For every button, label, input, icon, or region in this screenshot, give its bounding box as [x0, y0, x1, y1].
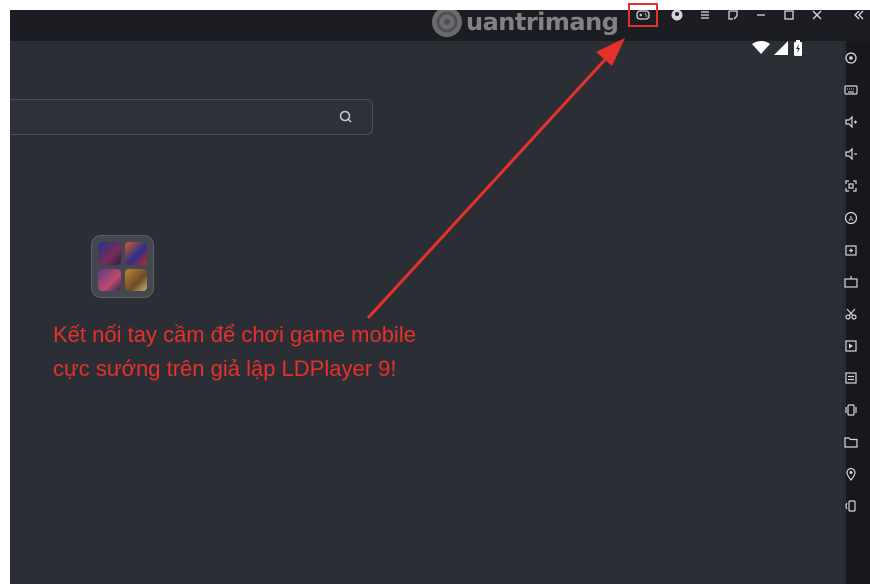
watermark: uantrimang	[432, 4, 619, 40]
minimize-button[interactable]	[750, 4, 772, 26]
add-app-icon	[845, 245, 857, 256]
sidebar-settings[interactable]	[840, 47, 862, 69]
sidebar-fullscreen[interactable]	[840, 175, 862, 197]
gamepad-icon	[636, 10, 650, 20]
location-icon	[846, 467, 856, 481]
android-screen	[10, 41, 842, 584]
sidebar-rotate[interactable]	[840, 495, 862, 517]
screen-button[interactable]	[722, 4, 744, 26]
menu-button[interactable]	[694, 4, 716, 26]
account-button[interactable]	[666, 4, 688, 26]
rotate-icon	[845, 500, 856, 512]
minimize-icon	[757, 14, 765, 16]
account-icon	[671, 9, 683, 21]
watermark-text: uantrimang	[466, 8, 619, 36]
signal-icon	[774, 41, 788, 55]
folder-icon	[844, 437, 858, 448]
sync-icon	[845, 372, 857, 384]
maximize-button[interactable]	[778, 4, 800, 26]
settings-icon	[845, 52, 857, 64]
maximize-icon	[784, 10, 794, 20]
sidebar-video-record[interactable]	[840, 335, 862, 357]
sidebar-screenshot[interactable]	[840, 303, 862, 325]
caption-line-2: cực sướng trên giả lập LDPlayer 9!	[53, 356, 397, 381]
watermark-logo-icon	[432, 7, 462, 37]
status-bar	[752, 40, 804, 56]
app-icon[interactable]	[98, 242, 121, 265]
operation-record-icon: A	[844, 211, 858, 225]
search-bar[interactable]	[10, 99, 373, 135]
volume-down-icon	[845, 147, 857, 161]
volume-up-icon	[845, 115, 857, 129]
search-icon[interactable]	[338, 109, 354, 125]
sidebar-apk[interactable]	[840, 271, 862, 293]
annotation-caption: Kết nối tay cầm để chơi game mobile cực …	[53, 318, 416, 386]
sidebar-shake[interactable]	[840, 399, 862, 421]
emulator-window	[10, 10, 870, 584]
shake-icon	[845, 404, 857, 416]
app-icon[interactable]	[124, 268, 147, 291]
screen-icon	[728, 10, 738, 20]
collapse-button[interactable]	[848, 4, 870, 26]
fullscreen-icon	[845, 180, 857, 192]
app-folder[interactable]	[91, 235, 154, 298]
app-icon[interactable]	[98, 268, 121, 291]
close-icon	[812, 10, 822, 20]
sidebar-keyboard[interactable]	[840, 79, 862, 101]
svg-text:A: A	[849, 216, 854, 223]
screenshot-icon	[845, 308, 857, 320]
sidebar-location[interactable]	[840, 463, 862, 485]
sidebar-sync[interactable]	[840, 367, 862, 389]
sidebar-folder[interactable]	[840, 431, 862, 453]
wifi-icon	[752, 41, 770, 54]
sidebar-volume-down[interactable]	[840, 143, 862, 165]
gamepad-button[interactable]	[628, 3, 658, 27]
apk-icon	[844, 276, 858, 288]
keyboard-icon	[844, 85, 858, 95]
caption-line-1: Kết nối tay cầm để chơi game mobile	[53, 322, 416, 347]
close-button[interactable]	[806, 4, 828, 26]
battery-icon	[794, 40, 802, 56]
sidebar-operation-record[interactable]: A	[840, 207, 862, 229]
video-record-icon	[845, 340, 857, 352]
menu-icon	[701, 11, 709, 19]
app-icon[interactable]	[124, 242, 147, 265]
collapse-icon	[854, 10, 864, 20]
sidebar-volume-up[interactable]	[840, 111, 862, 133]
sidebar-add-app[interactable]	[840, 239, 862, 261]
